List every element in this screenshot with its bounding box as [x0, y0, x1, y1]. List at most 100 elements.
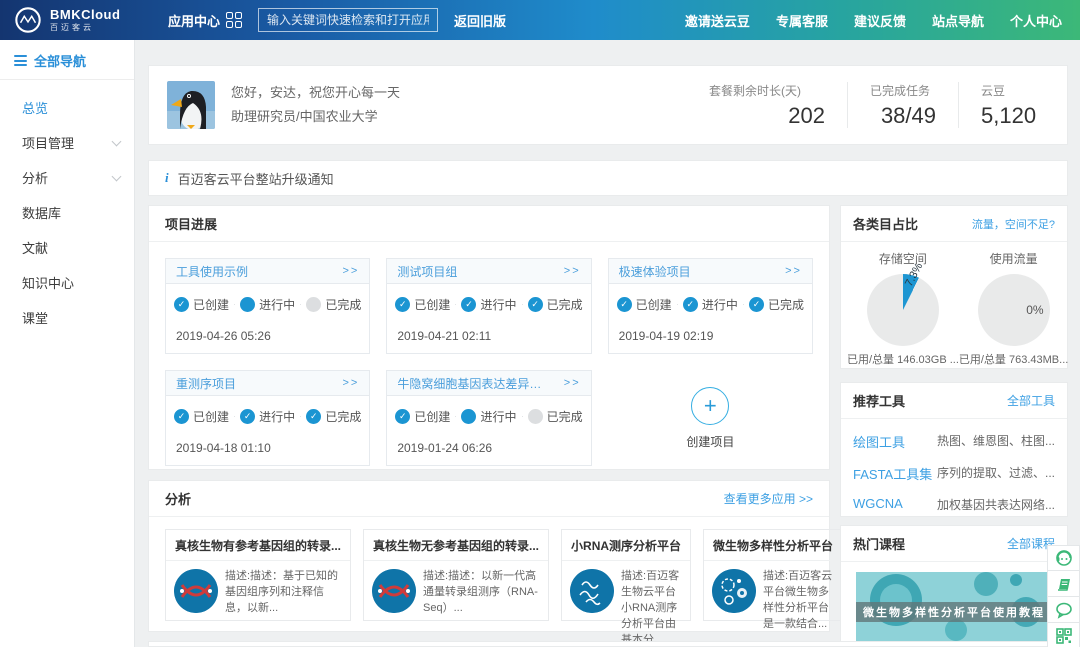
storage-caption: 已用/总量 146.03GB ... — [847, 351, 959, 367]
project-title[interactable]: 测试项目组 — [397, 263, 457, 280]
step-created-icon — [174, 297, 189, 312]
back-to-old-version-button[interactable]: 返回旧版 — [454, 11, 506, 30]
headset-icon — [1055, 549, 1073, 567]
chevron-down-icon — [112, 171, 122, 181]
step-running-icon — [240, 297, 255, 312]
more-apps-link[interactable]: 查看更多应用 >> — [724, 490, 813, 507]
project-title[interactable]: 重测序项目 — [176, 375, 236, 392]
project-more-link[interactable]: >> — [564, 265, 581, 277]
analysis-app-card[interactable]: 真核生物有参考基因组的转录... 描述:描述：基于已知的基因组序列和注释信息，以… — [165, 529, 351, 621]
nav-link-invite[interactable]: 邀请送云豆 — [685, 11, 750, 30]
storage-pie-label: 存储空间 — [847, 250, 959, 267]
app-description: 描述:百迈客生物云平台小RNA测序分析平台由基本分... — [621, 569, 682, 647]
project-card: 工具使用示例 >> 已创建 进行中 已完成 2019-04-26 05:26 — [165, 258, 370, 354]
project-more-link[interactable]: >> — [342, 265, 359, 277]
all-tools-link[interactable]: 全部工具 — [1007, 392, 1055, 409]
step-finished-icon — [749, 297, 764, 312]
project-more-link[interactable]: >> — [785, 265, 802, 277]
search-input[interactable] — [258, 8, 438, 32]
section-title-projects: 项目进展 — [165, 214, 217, 233]
sidebar-item-analysis[interactable]: 分析 — [0, 160, 134, 195]
usage-section: 各类目占比 流量，空间不足? 存储空间 7.3% 已用/总量 146.03GB … — [840, 205, 1068, 369]
avatar[interactable] — [167, 81, 215, 129]
sidebar-item-project-management[interactable]: 项目管理 — [0, 125, 134, 160]
traffic-caption: 已用/总量 763.43MB... — [959, 351, 1068, 367]
sidebar-item-literature[interactable]: 文献 — [0, 230, 134, 265]
project-date: 2019-04-18 01:10 — [166, 425, 369, 455]
stat-label-remaining-days: 套餐剩余时长(天) — [709, 82, 825, 99]
microbe-icon — [712, 569, 756, 613]
small-rna-icon — [570, 569, 614, 613]
nav-link-sitemap[interactable]: 站点导航 — [932, 11, 984, 30]
stat-value-cloud-beans: 5,120 — [981, 103, 1027, 129]
app-description: 描述:描述：基于已知的基因组序列和注释信息，以新... — [225, 569, 342, 617]
sidebar-all-nav-button[interactable]: 全部导航 — [0, 40, 134, 80]
greeting-text: 您好，安达，祝您开心每一天 — [231, 81, 400, 105]
project-title[interactable]: 极速体验项目 — [619, 263, 691, 280]
project-title[interactable]: 牛隐窝细胞基因表达差异分... — [397, 375, 547, 392]
notice-link[interactable]: 百迈客云平台整站升级通知 — [178, 169, 334, 188]
message-button[interactable] — [1047, 597, 1080, 623]
tool-link-fasta[interactable]: FASTA工具集 — [853, 464, 937, 483]
plus-icon: + — [704, 393, 717, 419]
nav-link-personal-center[interactable]: 个人中心 — [1010, 11, 1062, 30]
brand-logo[interactable]: BMKCloud 百迈客云 — [0, 6, 150, 34]
project-card: 测试项目组 >> 已创建 进行中 已完成 2019-04-21 02:11 — [386, 258, 591, 354]
all-nav-label: 全部导航 — [34, 51, 86, 70]
sidebar-menu: 总览 项目管理 分析 数据库 文献 知识中心 课堂 — [0, 80, 134, 335]
project-more-link[interactable]: >> — [342, 377, 359, 389]
qrcode-button[interactable] — [1047, 623, 1080, 647]
tool-link-plot[interactable]: 绘图工具 — [853, 432, 937, 451]
user-role-text: 助理研究员/中国农业大学 — [231, 105, 400, 129]
sidebar-item-classroom[interactable]: 课堂 — [0, 300, 134, 335]
analysis-app-card[interactable]: 真核生物无参考基因组的转录... 描述:描述：以新一代高通量转录组测序（RNA-… — [363, 529, 549, 621]
recommended-tools-section: 推荐工具 全部工具 绘图工具 热图、维恩图、柱图... FASTA工具集 序列的… — [840, 382, 1068, 517]
create-project-button[interactable]: + 创建项目 — [608, 370, 813, 466]
tool-link-wgcna[interactable]: WGCNA — [853, 496, 937, 513]
manual-button[interactable] — [1047, 571, 1080, 597]
course-thumbnail[interactable]: 微生物多样性分析平台使用教程 — [856, 572, 1052, 644]
app-description: 描述:描述：以新一代高通量转录组测序（RNA-Seq）... — [423, 569, 540, 617]
project-date: 2019-04-26 05:26 — [166, 313, 369, 343]
step-running-icon — [240, 409, 255, 424]
project-title[interactable]: 工具使用示例 — [176, 263, 248, 280]
sidebar-item-knowledge-center[interactable]: 知识中心 — [0, 265, 134, 300]
penguin-avatar-image — [167, 81, 215, 129]
customer-service-button[interactable] — [1047, 545, 1080, 571]
stat-value-completed-tasks: 38/49 — [870, 103, 936, 129]
create-project-label: 创建项目 — [686, 433, 734, 450]
floating-toolbar — [1047, 545, 1080, 647]
traffic-pie-label: 使用流量 — [959, 250, 1068, 267]
sidebar-item-database[interactable]: 数据库 — [0, 195, 134, 230]
notice-bar: i 百迈客云平台整站升级通知 — [148, 160, 1068, 196]
step-finished-icon — [528, 297, 543, 312]
analysis-section: 分析 查看更多应用 >> 真核生物有参考基因组的转录... 描述:描述：基于已知… — [148, 480, 830, 632]
sidebar-item-overview[interactable]: 总览 — [0, 90, 134, 125]
project-progress-section: 项目进展 工具使用示例 >> 已创建 进行中 已完成 2019-04-26 05… — [148, 205, 830, 470]
step-created-icon — [395, 409, 410, 424]
next-section-edge — [148, 641, 1068, 647]
project-card: 极速体验项目 >> 已创建 进行中 已完成 2019-04-19 02:19 — [608, 258, 813, 354]
project-date: 2019-01-24 06:26 — [387, 425, 590, 455]
step-created-icon — [174, 409, 189, 424]
nav-link-support[interactable]: 专属客服 — [776, 11, 828, 30]
step-finished-icon — [306, 297, 321, 312]
step-created-icon — [395, 297, 410, 312]
analysis-app-card[interactable]: 微生物多样性分析平台 描述:百迈客云平台微生物多样性分析平台是一款结合... — [703, 529, 843, 621]
project-more-link[interactable]: >> — [564, 377, 581, 389]
step-running-icon — [461, 297, 476, 312]
step-running-icon — [683, 297, 698, 312]
step-created-icon — [617, 297, 632, 312]
app-center-button[interactable]: 应用中心 — [168, 11, 242, 30]
nav-link-feedback[interactable]: 建议反馈 — [854, 11, 906, 30]
hamburger-icon — [14, 55, 27, 66]
quota-warning-link[interactable]: 流量，空间不足? — [972, 216, 1055, 232]
rna-denovo-icon — [372, 569, 416, 613]
stat-label-cloud-beans: 云豆 — [981, 82, 1027, 99]
stat-label-completed-tasks: 已完成任务 — [870, 82, 936, 99]
course-caption: 微生物多样性分析平台使用教程 — [856, 602, 1052, 622]
analysis-app-card[interactable]: 小RNA测序分析平台 描述:百迈客生物云平台小RNA测序分析平台由基本分... — [561, 529, 691, 621]
project-grid: 工具使用示例 >> 已创建 进行中 已完成 2019-04-26 05:26 测… — [149, 242, 829, 482]
bmkcloud-logo-icon — [14, 6, 42, 34]
chevron-down-icon — [112, 136, 122, 146]
